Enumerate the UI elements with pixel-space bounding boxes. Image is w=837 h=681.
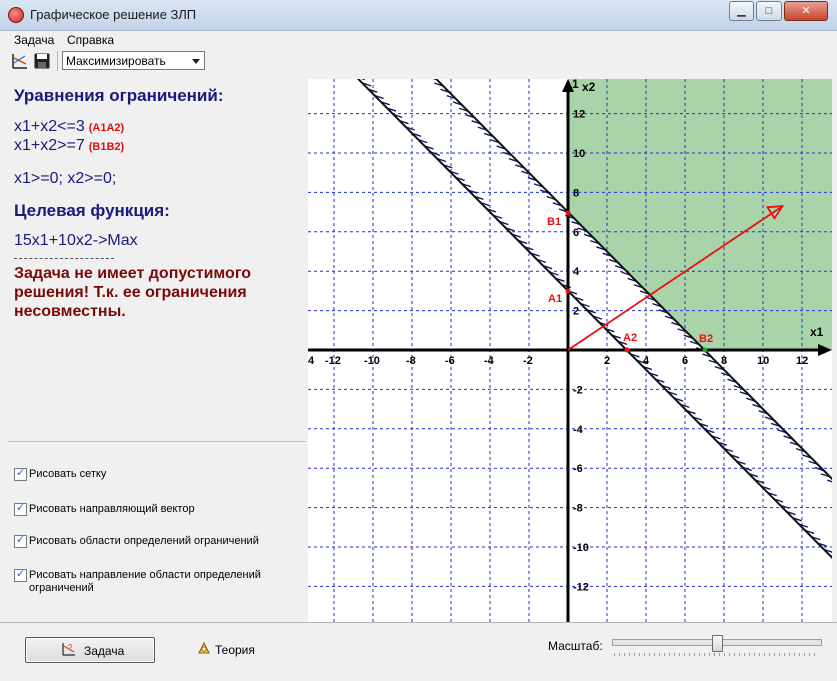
y-axis-label: x2 bbox=[582, 80, 596, 94]
toolbar-separator bbox=[57, 51, 58, 71]
close-button[interactable]: ✕ bbox=[784, 1, 828, 21]
y-tick-label: 6 bbox=[573, 227, 579, 239]
title-bar: Графическое решение ЗЛП ▁ □ ✕ bbox=[0, 0, 837, 31]
option-draw-region-direction[interactable]: Рисовать направление области определений… bbox=[14, 568, 279, 595]
x-tick-label: -6 bbox=[445, 355, 455, 367]
minimize-button[interactable]: ▁ bbox=[729, 1, 754, 21]
option-label: Рисовать направление области определений… bbox=[29, 569, 261, 594]
x-axis-label: x1 bbox=[810, 325, 824, 339]
mode-select[interactable]: Максимизировать bbox=[62, 51, 205, 70]
goal-function: 15x1+10x2->Max bbox=[14, 232, 138, 249]
point-b1-marker bbox=[565, 210, 571, 216]
bottom-bar: ? Задача Теория Масштаб: bbox=[0, 622, 837, 681]
x-tick-label: -4 bbox=[484, 355, 495, 367]
x-tick-label: -12 bbox=[325, 355, 341, 367]
y-tick-label: 2 bbox=[573, 306, 579, 318]
task-button[interactable]: ? Задача bbox=[25, 637, 155, 663]
chart-icon[interactable] bbox=[11, 52, 29, 70]
left-panel: Уравнения ограничений: x1+x2<=3 (A1A2) x1… bbox=[8, 77, 306, 617]
y-tick-label: -4 bbox=[573, 424, 584, 436]
constraint-2: x1+x2>=7 (B1B2) bbox=[14, 137, 124, 155]
point-a2-marker bbox=[624, 347, 630, 353]
app-icon bbox=[8, 7, 24, 23]
x-tick-label: 12 bbox=[796, 355, 808, 367]
option-label: Рисовать области определений ограничений bbox=[29, 535, 259, 547]
point-b2-label: B2 bbox=[699, 333, 713, 345]
panel-divider bbox=[8, 441, 306, 442]
dashes bbox=[14, 258, 114, 259]
option-draw-regions[interactable]: Рисовать области определений ограничений bbox=[14, 534, 279, 548]
checkbox-checked-icon[interactable] bbox=[14, 534, 27, 548]
menu-help[interactable]: Справка bbox=[67, 33, 114, 47]
constraint-2-tag: (B1B2) bbox=[88, 141, 125, 153]
constraint-1-tag: (A1A2) bbox=[88, 122, 125, 134]
nonneg-constraints: x1>=0; x2>=0; bbox=[14, 170, 117, 187]
window-title: Графическое решение ЗЛП bbox=[30, 7, 197, 22]
maximize-button[interactable]: □ bbox=[756, 1, 782, 21]
x-tick-label: -10 bbox=[364, 355, 380, 367]
mode-select-value: Максимизировать bbox=[66, 54, 166, 68]
menu-bar: Задача Справка bbox=[0, 31, 837, 49]
graph-canvas[interactable]: 4 -12 -10 -8 -6 -4 -2 2 4 6 8 10 12 12 10 8 6 4 2 -2 -4 -6 -8 -… bbox=[308, 79, 832, 622]
theory-button[interactable]: Теория bbox=[195, 639, 275, 659]
hatch-mark bbox=[827, 479, 832, 483]
x-tick-label: 2 bbox=[604, 355, 610, 367]
point-a1-label: A1 bbox=[548, 293, 562, 305]
menu-task[interactable]: Задача bbox=[14, 33, 54, 47]
y-tick-label: -6 bbox=[573, 463, 583, 475]
x-tick-label: 6 bbox=[682, 355, 688, 367]
x-tick-label: -8 bbox=[406, 355, 416, 367]
point-a1-marker bbox=[565, 288, 571, 294]
point-b2-marker bbox=[702, 347, 708, 353]
svg-text:?: ? bbox=[68, 643, 73, 652]
y-tick-label: 12 bbox=[573, 109, 585, 121]
option-draw-grid[interactable]: Рисовать сетку bbox=[14, 467, 279, 481]
y-tick-label: 10 bbox=[573, 148, 585, 160]
task-icon: ? bbox=[62, 643, 75, 656]
theory-icon bbox=[198, 641, 210, 654]
task-button-label: Задача bbox=[84, 644, 125, 658]
slider-ticks bbox=[614, 653, 818, 656]
graph-svg: 4 -12 -10 -8 -6 -4 -2 2 4 6 8 10 12 12 10 8 6 4 2 -2 -4 -6 -8 -… bbox=[308, 79, 832, 622]
constraints-title: Уравнения ограничений: bbox=[14, 86, 224, 105]
constraint-1: x1+x2<=3 (A1A2) bbox=[14, 118, 124, 136]
point-b1-label: B1 bbox=[547, 216, 561, 228]
x-tick-label: 4 bbox=[643, 355, 650, 367]
y-tick-label: -12 bbox=[573, 581, 589, 593]
point-a2-label: A2 bbox=[623, 332, 637, 344]
goal-title: Целевая функция: bbox=[14, 201, 170, 220]
constraint-1-text: x1+x2<=3 bbox=[14, 118, 85, 135]
error-message: Задача не имеет допустимого решения! Т.к… bbox=[14, 265, 252, 320]
scale-slider[interactable] bbox=[612, 635, 822, 656]
y-tick-label: -10 bbox=[573, 542, 589, 554]
y-tick-label: -2 bbox=[573, 384, 583, 396]
toolbar: Максимизировать bbox=[0, 49, 837, 73]
checkbox-checked-icon[interactable] bbox=[14, 568, 27, 582]
option-label: Рисовать сетку bbox=[29, 468, 107, 480]
checkbox-checked-icon[interactable] bbox=[14, 467, 27, 481]
y-tick-label: -8 bbox=[573, 503, 583, 515]
feasible-region bbox=[568, 79, 832, 350]
y-tick-label: 8 bbox=[573, 187, 579, 199]
option-label: Рисовать направляющий вектор bbox=[29, 503, 195, 515]
x-tick-label: -2 bbox=[523, 355, 533, 367]
checkbox-checked-icon[interactable] bbox=[14, 502, 27, 516]
slider-thumb[interactable] bbox=[712, 635, 723, 652]
y-axis-top-label: 1 bbox=[572, 79, 579, 91]
x-tick-label: 8 bbox=[721, 355, 727, 367]
save-icon[interactable] bbox=[33, 52, 51, 70]
chevron-down-icon bbox=[192, 59, 200, 64]
x-tick-label: 10 bbox=[757, 355, 769, 367]
scale-label: Масштаб: bbox=[548, 639, 603, 653]
option-draw-vector[interactable]: Рисовать направляющий вектор bbox=[14, 502, 279, 516]
x-tick-label: 4 bbox=[308, 355, 315, 367]
theory-button-label: Теория bbox=[215, 643, 255, 657]
constraint-2-text: x1+x2>=7 bbox=[14, 137, 85, 154]
y-tick-label: 4 bbox=[573, 266, 580, 278]
